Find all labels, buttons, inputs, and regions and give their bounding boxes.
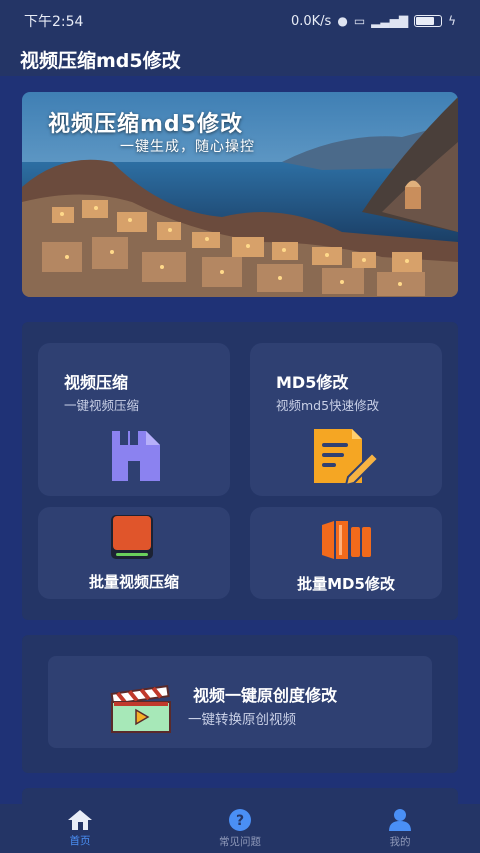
- video-compress-title: 视频压缩: [64, 373, 129, 392]
- tools-panel: 视频压缩 一键视频压缩 MD5修改 视频md5快速修改 批量视频压缩 批量MD5…: [22, 322, 458, 620]
- md5-modify-card[interactable]: MD5修改 视频md5快速修改: [250, 343, 442, 496]
- svg-text:?: ?: [236, 813, 244, 829]
- battery-level: [416, 17, 435, 25]
- nav-faq-label: 常见问题: [219, 836, 261, 848]
- signal-icon: ▂▃▅▇: [371, 14, 409, 28]
- bottom-nav: 首页 ? 常见问题 我的: [0, 804, 480, 853]
- banner[interactable]: 视频压缩md5修改 一键生成，随心操控: [22, 92, 458, 297]
- nav-home-label: 首页: [69, 835, 91, 847]
- batch-compress-label: 批量视频压缩: [88, 573, 179, 591]
- video-compress-subtitle: 一键视频压缩: [64, 398, 140, 413]
- banner-subtitle: 一键生成，随心操控: [120, 139, 255, 155]
- original-modify-title: 视频一键原创度修改: [193, 686, 338, 705]
- title-bar: 视频压缩md5修改: [0, 42, 480, 76]
- help-icon: ?: [229, 809, 251, 831]
- user-icon: [389, 809, 411, 831]
- clapperboard-icon: [110, 685, 171, 733]
- nav-faq[interactable]: ? 常见问题: [180, 808, 300, 849]
- original-modify-subtitle: 一键转换原创视频: [188, 712, 296, 728]
- batch-md5-label: 批量MD5修改: [297, 575, 395, 593]
- original-modify-card[interactable]: 视频一键原创度修改 一键转换原创视频: [48, 656, 432, 748]
- batch-compress-card[interactable]: 批量视频压缩: [38, 507, 230, 599]
- md5-modify-subtitle: 视频md5快速修改: [276, 398, 380, 413]
- nav-mine[interactable]: 我的: [340, 808, 460, 849]
- charging-icon: ϟ: [448, 14, 456, 28]
- battery-icon: [414, 15, 443, 27]
- book-icon: [111, 515, 153, 559]
- status-icons: 0.0K/s ● ▭ ▂▃▅▇ ϟ: [291, 14, 456, 29]
- save-file-icon: [112, 431, 160, 481]
- nav-home[interactable]: 首页: [20, 809, 140, 848]
- nav-mine-label: 我的: [389, 836, 411, 848]
- md5-modify-title: MD5修改: [276, 373, 349, 392]
- batch-md5-card[interactable]: 批量MD5修改: [250, 507, 442, 599]
- banner-title: 视频压缩md5修改: [48, 112, 243, 137]
- video-compress-card[interactable]: 视频压缩 一键视频压缩: [38, 343, 230, 496]
- column-bars-icon: [322, 521, 371, 559]
- page-title: 视频压缩md5修改: [20, 49, 181, 72]
- original-panel: 视频一键原创度修改 一键转换原创视频: [22, 635, 458, 773]
- hd-icon: ▭: [353, 14, 366, 28]
- status-bar: 下午2:54 0.0K/s ● ▭ ▂▃▅▇ ϟ: [0, 0, 480, 42]
- net-speed: 0.0K/s: [290, 13, 332, 29]
- edit-document-icon: [314, 429, 380, 487]
- home-icon: [68, 810, 92, 830]
- alarm-icon: ●: [337, 14, 348, 28]
- status-time: 下午2:54: [24, 14, 84, 30]
